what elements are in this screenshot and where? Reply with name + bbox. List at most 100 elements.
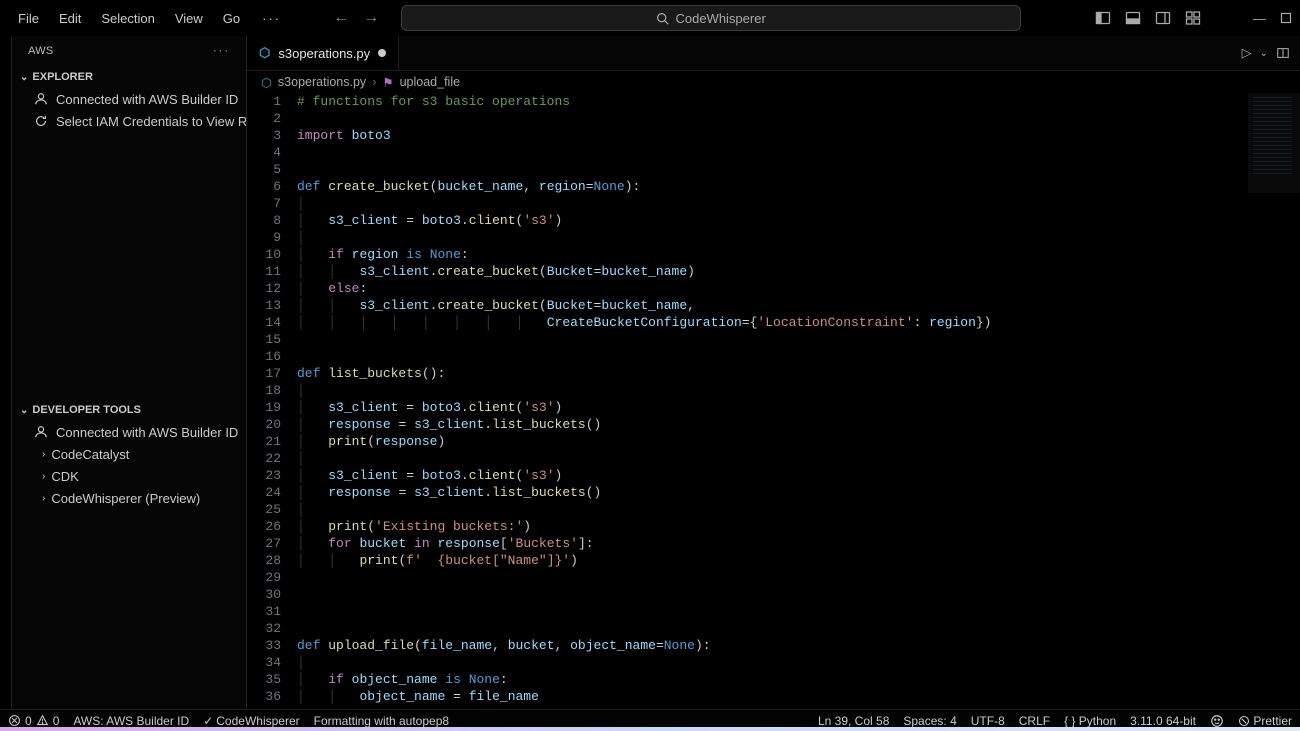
menu-go[interactable]: Go [213, 7, 250, 30]
menu-file[interactable]: File [8, 7, 49, 30]
run-icon[interactable]: ▷ [1242, 45, 1252, 61]
devtools-connected[interactable]: Connected with AWS Builder ID [12, 421, 246, 443]
status-formatting[interactable]: Formatting with autopep8 [314, 714, 449, 728]
breadcrumb-separator-icon: › [372, 75, 376, 89]
code-line[interactable] [297, 348, 1300, 365]
customize-layout-icon[interactable] [1185, 10, 1201, 26]
line-number: 7 [247, 195, 281, 212]
explorer-item-0[interactable]: Connected with AWS Builder ID [12, 88, 246, 110]
code-line[interactable] [297, 569, 1300, 586]
breadcrumb-file[interactable]: s3operations.py [278, 75, 366, 89]
code-line[interactable]: │ s3_client = boto3.client('s3') [297, 399, 1300, 416]
menu-overflow[interactable]: ··· [254, 7, 289, 30]
code-line[interactable]: │ │ print(f' {bucket["Name"]}') [297, 552, 1300, 569]
toggle-secondary-sidebar-icon[interactable] [1155, 10, 1171, 26]
status-prettier[interactable]: Prettier [1238, 714, 1292, 728]
split-editor-icon[interactable] [1276, 46, 1290, 60]
line-number: 3 [247, 127, 281, 144]
code-line[interactable] [297, 603, 1300, 620]
code-line[interactable]: │ if object_name is None: [297, 671, 1300, 688]
status-encoding[interactable]: UTF-8 [971, 714, 1005, 728]
breadcrumb-symbol[interactable]: upload_file [400, 75, 460, 89]
code-line[interactable]: │ [297, 229, 1300, 246]
code-line[interactable]: │ if region is None: [297, 246, 1300, 263]
breadcrumb[interactable]: ⬡ s3operations.py › ⚑ upload_file [247, 71, 1300, 93]
code-line[interactable]: │ [297, 501, 1300, 518]
code-content[interactable]: # functions for s3 basic operations impo… [297, 93, 1300, 709]
code-line[interactable]: │ s3_client = boto3.client('s3') [297, 212, 1300, 229]
run-dropdown-icon[interactable]: ⌄ [1260, 48, 1268, 59]
line-number: 24 [247, 484, 281, 501]
explorer-header[interactable]: ⌄ EXPLORER [12, 66, 246, 88]
status-language[interactable]: { } Python [1064, 714, 1116, 728]
code-line[interactable] [297, 331, 1300, 348]
code-line[interactable] [297, 586, 1300, 603]
toggle-panel-icon[interactable] [1125, 10, 1141, 26]
maximize-icon[interactable] [1280, 12, 1292, 24]
status-bar: 0 0 AWS: AWS Builder ID CodeWhisperer Fo… [0, 709, 1300, 731]
layout-controls: — [1095, 10, 1292, 26]
code-line[interactable]: │ response = s3_client.list_buckets() [297, 416, 1300, 433]
code-line[interactable]: # functions for s3 basic operations [297, 93, 1300, 110]
command-center[interactable]: CodeWhisperer [401, 5, 1021, 31]
devtools-tree-codewhispererpreview[interactable]: ›CodeWhisperer (Preview) [12, 487, 246, 509]
code-line[interactable]: │ │ s3_client.create_bucket(Bucket=bucke… [297, 297, 1300, 314]
tab-s3operations[interactable]: ⬡ s3operations.py [247, 36, 399, 70]
code-line[interactable]: │ [297, 382, 1300, 399]
line-number: 25 [247, 501, 281, 518]
status-aws[interactable]: AWS: AWS Builder ID [73, 714, 189, 728]
status-codewhisperer[interactable]: CodeWhisperer [203, 714, 299, 728]
status-interpreter[interactable]: 3.11.0 64-bit [1130, 714, 1196, 728]
code-line[interactable]: │ response = s3_client.list_buckets() [297, 484, 1300, 501]
search-icon [656, 12, 669, 25]
code-line[interactable]: │ print(response) [297, 433, 1300, 450]
activity-bar[interactable] [0, 36, 12, 709]
code-line[interactable]: │ [297, 195, 1300, 212]
menu-view[interactable]: View [165, 7, 213, 30]
code-line[interactable]: │ │ s3_client.create_bucket(Bucket=bucke… [297, 263, 1300, 280]
code-line[interactable] [297, 110, 1300, 127]
code-line[interactable] [297, 161, 1300, 178]
code-line[interactable]: │ else: [297, 280, 1300, 297]
tree-item-label: CodeWhisperer (Preview) [51, 491, 200, 506]
line-number: 4 [247, 144, 281, 161]
devtools-tree-codecatalyst[interactable]: ›CodeCatalyst [12, 443, 246, 465]
code-line[interactable]: def upload_file(file_name, bucket, objec… [297, 637, 1300, 654]
nav-forward-icon[interactable]: → [363, 9, 379, 27]
user-icon [34, 92, 48, 106]
code-line[interactable]: import boto3 [297, 127, 1300, 144]
devtools-tree-cdk[interactable]: ›CDK [12, 465, 246, 487]
toggle-primary-sidebar-icon[interactable] [1095, 10, 1111, 26]
menu-edit[interactable]: Edit [49, 7, 91, 30]
status-problems[interactable]: 0 0 [8, 714, 59, 728]
sidebar-more-icon[interactable]: ··· [213, 45, 230, 57]
code-line[interactable]: │ print('Existing buckets:') [297, 518, 1300, 535]
code-line[interactable]: def create_bucket(bucket_name, region=No… [297, 178, 1300, 195]
code-line[interactable]: │ s3_client = boto3.client('s3') [297, 467, 1300, 484]
nav-back-icon[interactable]: ← [333, 9, 349, 27]
nav-arrows: ← → [333, 9, 379, 27]
status-indent[interactable]: Spaces: 4 [903, 714, 956, 728]
dirty-indicator-icon [378, 49, 386, 57]
code-line[interactable]: │ │ │ │ │ │ │ │ CreateBucketConfiguratio… [297, 314, 1300, 331]
code-line[interactable] [297, 620, 1300, 637]
explorer-item-1[interactable]: Select IAM Credentials to View Reso… [12, 110, 246, 132]
line-number: 29 [247, 569, 281, 586]
menu-selection[interactable]: Selection [91, 7, 164, 30]
code-line[interactable]: │ │ object_name = file_name [297, 688, 1300, 705]
text-editor[interactable]: 1234567891011121314151617181920212223242… [247, 93, 1300, 709]
status-eol[interactable]: CRLF [1019, 714, 1050, 728]
code-line[interactable]: │ [297, 654, 1300, 671]
code-line[interactable]: def list_buckets(): [297, 365, 1300, 382]
status-cursor[interactable]: Ln 39, Col 58 [818, 714, 889, 728]
chevron-down-icon: ⌄ [20, 72, 28, 83]
code-line[interactable]: │ [297, 450, 1300, 467]
minimize-icon[interactable]: — [1253, 11, 1266, 26]
code-line[interactable]: │ for bucket in response['Buckets']: [297, 535, 1300, 552]
devtools-header[interactable]: ⌄ DEVELOPER TOOLS [12, 399, 246, 421]
code-line[interactable] [297, 144, 1300, 161]
status-warnings-count: 0 [53, 714, 60, 728]
minimap[interactable] [1248, 93, 1300, 193]
status-feedback-icon[interactable] [1210, 714, 1224, 728]
line-number: 35 [247, 671, 281, 688]
